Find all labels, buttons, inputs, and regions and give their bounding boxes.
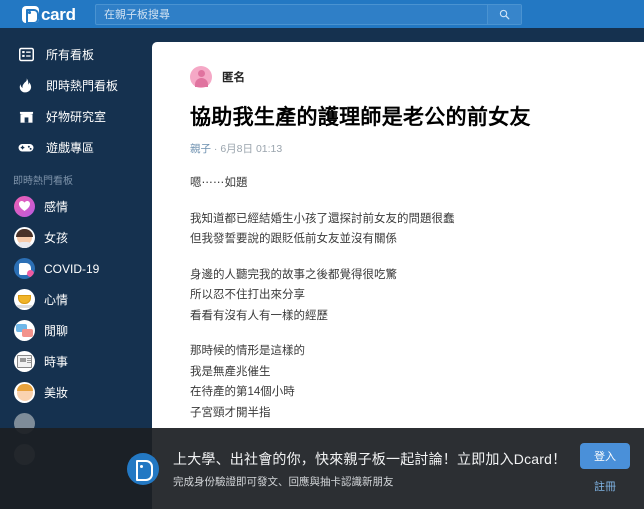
board-label: 心情 xyxy=(44,293,69,307)
banner-subtitle: 完成身份驗證即可發文、回應與抽卡認識新朋友 xyxy=(173,475,394,488)
gamepad-icon xyxy=(17,139,35,157)
board-label: 女孩 xyxy=(44,231,69,245)
post-meta: 親子 · 6月8日 01:13 xyxy=(190,141,606,156)
newspaper-avatar xyxy=(14,351,35,372)
sidebar-item-label: 即時熱門看板 xyxy=(46,79,119,93)
beauty-face-avatar xyxy=(14,382,35,403)
sidebar-board-chat[interactable]: 閒聊 xyxy=(0,315,152,346)
top-header: card xyxy=(0,0,644,28)
post-paragraph: 那時候的情形是這樣的 我是無產兆催生 在待產的第14個小時 子宮頸才開半指 xyxy=(190,345,305,419)
board-label: 閒聊 xyxy=(44,324,69,338)
board-label: COVID-19 xyxy=(44,261,100,276)
sidebar-item-label: 遊戲專區 xyxy=(46,141,95,155)
signup-overlay: 上大學、出社會的你，快來親子板一起討論！立即加入Dcard！ 完成身份驗證即可發… xyxy=(0,428,644,509)
join-dcard-banner: 上大學、出社會的你，快來親子板一起討論！立即加入Dcard！ 完成身份驗證即可發… xyxy=(0,428,644,509)
post-author-row: 匿名 xyxy=(190,66,606,88)
search-input[interactable] xyxy=(96,5,487,24)
anonymous-avatar xyxy=(190,66,212,88)
post-board-link[interactable]: 親子 xyxy=(190,143,211,155)
banner-text-group: 上大學、出社會的你，快來親子板一起討論！立即加入Dcard！ 完成身份驗證即可發… xyxy=(173,449,572,489)
sidebar-item-label: 好物研究室 xyxy=(46,110,107,124)
shop-icon xyxy=(17,108,35,126)
sidebar-board-covid19[interactable]: COVID-19 xyxy=(0,253,152,284)
sidebar-item-trending-boards[interactable]: 即時熱門看板 xyxy=(0,70,152,101)
logo-text: card xyxy=(41,4,76,24)
author-name: 匿名 xyxy=(222,72,245,84)
sidebar-board-love[interactable]: 感情 xyxy=(0,191,152,222)
girl-avatar xyxy=(14,227,35,248)
list-grid-icon xyxy=(17,46,35,64)
sidebar-item-all-boards[interactable]: 所有看板 xyxy=(0,39,152,70)
search-icon xyxy=(499,9,510,20)
meta-separator: · xyxy=(213,143,218,156)
login-button[interactable]: 登入 xyxy=(580,443,630,469)
dcard-logo-icon xyxy=(127,452,159,485)
sidebar-item-label: 所有看板 xyxy=(46,48,95,62)
sidebar-section-title: 即時熱門看板 xyxy=(13,176,73,187)
post-article: 匿名 協助我生產的護理師是老公的前女友 親子 · 6月8日 01:13 嗯⋯⋯如… xyxy=(152,42,644,423)
post-paragraph: 嗯⋯⋯如題 xyxy=(190,177,248,190)
sidebar-board-news[interactable]: 時事 xyxy=(0,346,152,377)
search-button[interactable] xyxy=(487,5,521,24)
board-label: 美妝 xyxy=(44,386,69,400)
post-paragraph: 身邊的人聽完我的故事之後都覺得很吃驚 所以忍不住打出來分享 看看有沒有人有一樣的經歷 xyxy=(190,268,397,322)
heart-avatar xyxy=(14,196,35,217)
post-paragraph: 我知道都已經結婚生小孩了還探討前女友的問題很蠢 但我發誓要說的跟貶低前女友並沒有關… xyxy=(190,212,455,246)
sidebar-item-game-zone[interactable]: 遊戲專區 xyxy=(0,132,152,163)
sidebar-item-shop-lab[interactable]: 好物研究室 xyxy=(0,101,152,132)
covid-avatar xyxy=(14,258,35,279)
chat-bubbles-avatar xyxy=(14,320,35,341)
search-bar[interactable] xyxy=(95,4,522,25)
sidebar-board-mood[interactable]: 心情 xyxy=(0,284,152,315)
post-title: 協助我生產的護理師是老公的前女友 xyxy=(190,106,531,129)
banner-title: 上大學、出社會的你，快來親子板一起討論！立即加入Dcard！ xyxy=(173,450,567,467)
post-timestamp: 6月8日 01:13 xyxy=(220,143,283,156)
dcard-logo-icon xyxy=(22,5,39,23)
board-label: 時事 xyxy=(44,355,69,369)
coffee-cup-avatar xyxy=(14,289,35,310)
board-label: 感情 xyxy=(44,200,69,214)
banner-actions: 登入 註冊 xyxy=(580,443,630,494)
fire-icon xyxy=(17,77,35,95)
sidebar-board-makeup[interactable]: 美妝 xyxy=(0,377,152,408)
sidebar-board-girl[interactable]: 女孩 xyxy=(0,222,152,253)
post-body: 嗯⋯⋯如題 我知道都已經結婚生小孩了還探討前女友的問題很蠢 但我發誓要說的跟貶低前… xyxy=(190,173,606,423)
dcard-logo[interactable]: card xyxy=(22,0,76,28)
signup-button[interactable]: 註冊 xyxy=(594,478,616,494)
